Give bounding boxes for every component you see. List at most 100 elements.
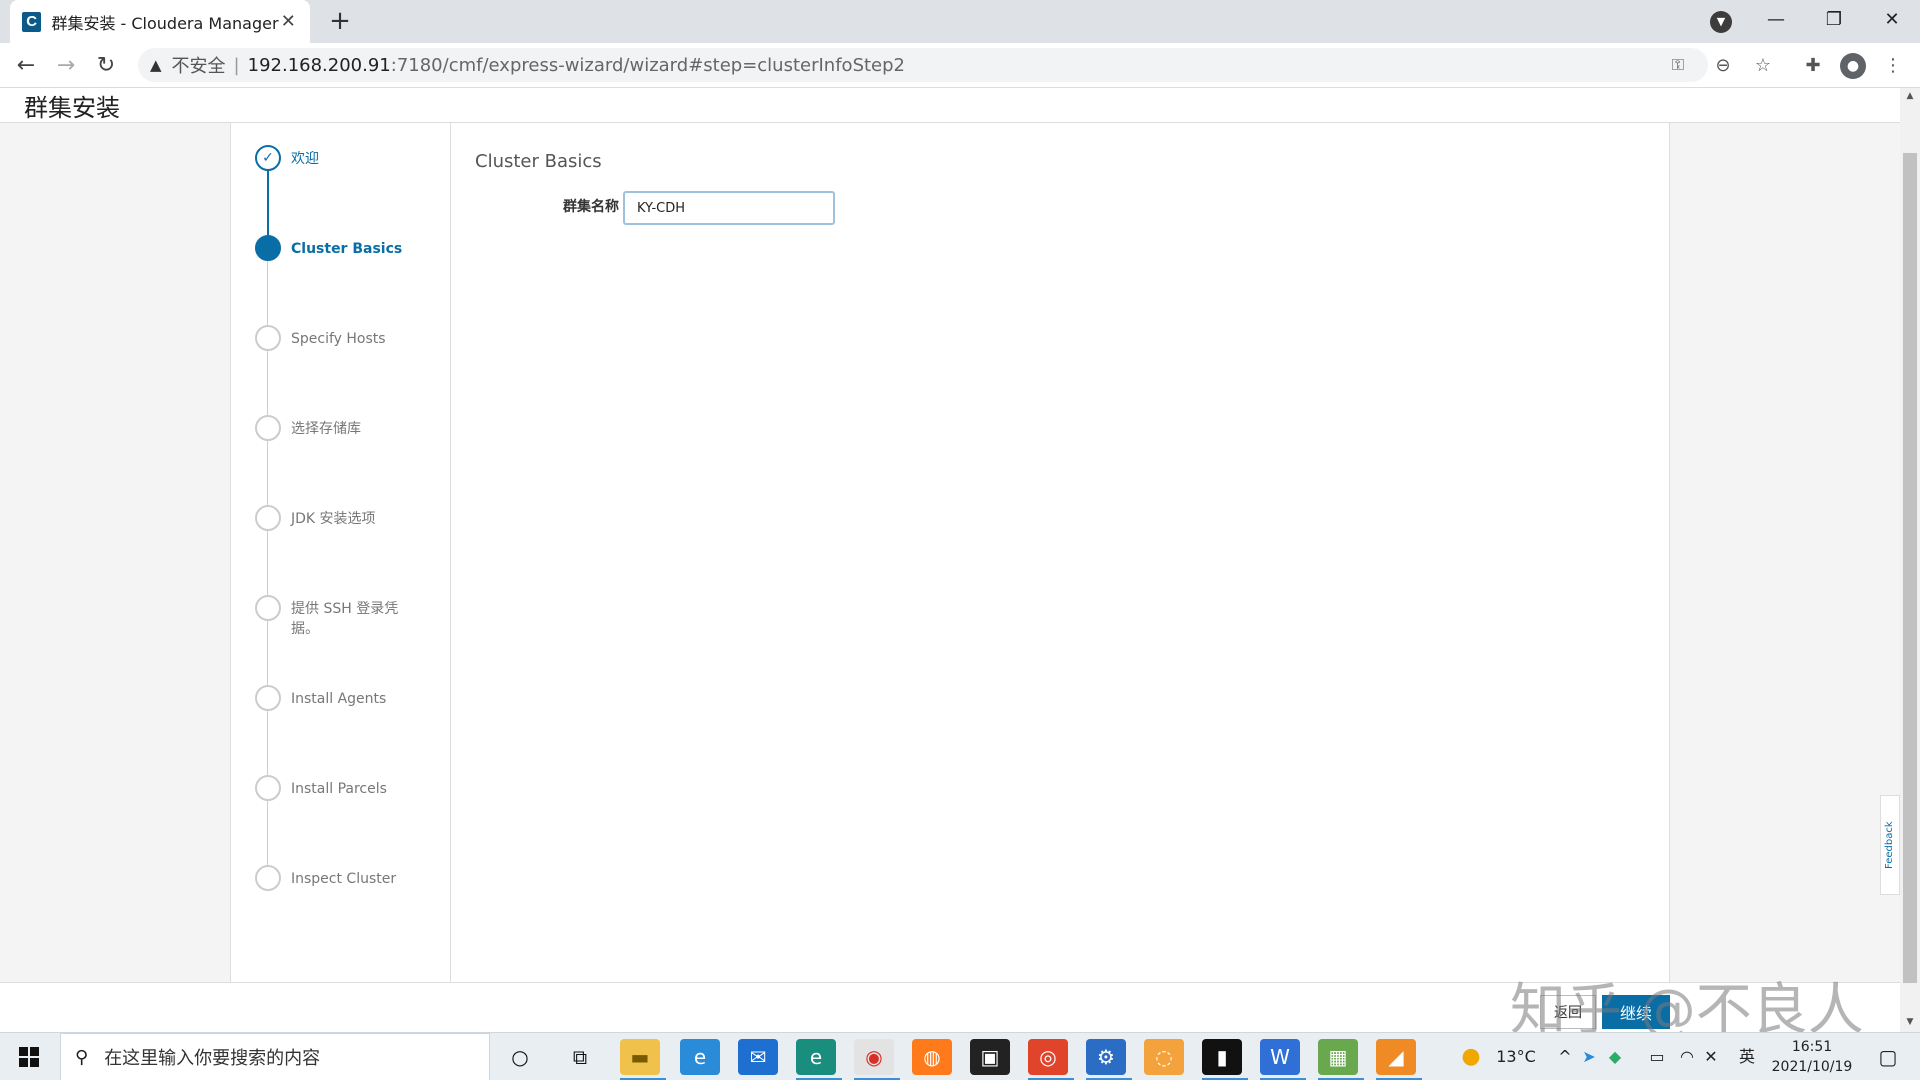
step-circle-icon bbox=[255, 865, 281, 891]
tray-app-icon[interactable]: ➤ bbox=[1578, 1033, 1600, 1080]
step-circle-icon bbox=[255, 415, 281, 441]
step-label: 欢迎 bbox=[291, 151, 319, 167]
step-label: JDK 安装选项 bbox=[291, 511, 376, 527]
step-label: Install Parcels bbox=[291, 781, 387, 797]
tab-search-icon[interactable]: ▼ bbox=[1710, 11, 1732, 33]
wizard-content: Cluster Basics 群集名称 bbox=[451, 123, 1669, 983]
tab-title: 群集安装 - Cloudera Manager bbox=[51, 13, 279, 33]
step-install-agents[interactable]: Install Agents bbox=[255, 685, 445, 711]
page-header: 群集安装 bbox=[0, 88, 1900, 123]
step-ssh-credentials[interactable]: 提供 SSH 登录凭据。 bbox=[255, 595, 445, 639]
weather-icon[interactable]: ● bbox=[1456, 1033, 1486, 1080]
extensions-icon[interactable]: ✚ bbox=[1800, 53, 1826, 79]
intellij-icon[interactable]: ▮ bbox=[1202, 1039, 1242, 1075]
store-icon[interactable]: ▣ bbox=[970, 1039, 1010, 1075]
browser-tab-bar: C 群集安装 - Cloudera Manager ✕ + ▼ — ❐ ✕ bbox=[0, 0, 1920, 43]
app-image-icon[interactable]: ▦ bbox=[1318, 1039, 1358, 1075]
cortana-icon[interactable]: ○ bbox=[500, 1039, 540, 1075]
page-scrollbar[interactable]: ▲ ▼ bbox=[1900, 88, 1920, 1032]
step-inspect-cluster[interactable]: Inspect Cluster bbox=[255, 865, 445, 891]
step-circle-icon bbox=[255, 595, 281, 621]
menu-kebab-icon[interactable]: ⋮ bbox=[1880, 53, 1906, 79]
step-label: Specify Hosts bbox=[291, 331, 386, 347]
cluster-name-input[interactable] bbox=[623, 191, 835, 225]
scroll-down-icon[interactable]: ▼ bbox=[1900, 1014, 1920, 1030]
app-swirl-icon[interactable]: ◎ bbox=[1028, 1039, 1068, 1075]
step-circle-icon bbox=[255, 325, 281, 351]
warning-icon[interactable]: ▲ bbox=[150, 56, 162, 74]
wizard-steps: ✓ 欢迎 Cluster Basics Specify Hosts 选择存储库 … bbox=[231, 123, 451, 983]
wechat-icon[interactable]: ◆ bbox=[1604, 1033, 1626, 1080]
feedback-tab[interactable]: Feedback bbox=[1880, 795, 1900, 895]
page-content: 群集安装 ✓ 欢迎 Cluster Basics Specify Hosts 选… bbox=[0, 88, 1900, 1032]
step-select-repository[interactable]: 选择存储库 bbox=[255, 415, 445, 441]
windows-taskbar: ⚲ 在这里输入你要搜索的内容 ○ ⧉ ▬ e ✉ e ◉ ◍ ▣ ◎ ⚙ ◌ ▮… bbox=[0, 1032, 1920, 1080]
notifications-icon[interactable]: ▢ bbox=[1868, 1033, 1908, 1080]
star-icon[interactable]: ☆ bbox=[1750, 53, 1776, 79]
windows-logo-icon bbox=[19, 1047, 39, 1067]
battery-icon[interactable]: ▭ bbox=[1646, 1033, 1668, 1080]
mail-icon[interactable]: ✉ bbox=[738, 1039, 778, 1075]
start-button[interactable] bbox=[0, 1033, 58, 1080]
restore-icon[interactable]: ❐ bbox=[1806, 0, 1862, 40]
ie-icon[interactable]: e bbox=[680, 1039, 720, 1075]
taskbar-search-placeholder: 在这里输入你要搜索的内容 bbox=[104, 1048, 321, 1069]
close-tab-icon[interactable]: ✕ bbox=[279, 11, 298, 32]
page-title: 群集安装 bbox=[24, 94, 120, 122]
minimize-icon[interactable]: — bbox=[1748, 0, 1804, 40]
edge-icon[interactable]: e bbox=[796, 1039, 836, 1075]
weather-temp[interactable]: 13°C bbox=[1486, 1033, 1546, 1080]
reload-icon[interactable]: ↻ bbox=[90, 50, 122, 82]
profile-avatar-icon[interactable]: ● bbox=[1840, 53, 1866, 79]
wifi-icon[interactable]: ◠ bbox=[1676, 1033, 1698, 1080]
step-cluster-basics[interactable]: Cluster Basics bbox=[255, 235, 445, 261]
url-host: 192.168.200.91 bbox=[247, 54, 391, 76]
step-circle-icon bbox=[255, 505, 281, 531]
url-path: :7180/cmf/express-wizard/wizard#step=clu… bbox=[390, 54, 906, 76]
section-title: Cluster Basics bbox=[475, 151, 602, 172]
app-orange-icon[interactable]: ◢ bbox=[1376, 1039, 1416, 1075]
insecure-label[interactable]: 不安全 bbox=[172, 52, 226, 78]
scroll-thumb[interactable] bbox=[1903, 153, 1917, 983]
cloudera-favicon-icon: C bbox=[22, 11, 42, 32]
close-window-icon[interactable]: ✕ bbox=[1864, 0, 1920, 40]
address-bar: ← → ↻ ▲ 不安全 | 192.168.200.91 :7180/cmf/e… bbox=[0, 43, 1920, 88]
step-label: 提供 SSH 登录凭据。 bbox=[291, 601, 399, 637]
step-welcome[interactable]: ✓ 欢迎 bbox=[255, 145, 445, 171]
step-jdk-options[interactable]: JDK 安装选项 bbox=[255, 505, 445, 531]
app-gear-icon[interactable]: ⚙ bbox=[1086, 1039, 1126, 1075]
cluster-name-label: 群集名称 bbox=[563, 199, 619, 215]
browser-tab[interactable]: C 群集安装 - Cloudera Manager ✕ bbox=[10, 0, 310, 43]
step-label: Install Agents bbox=[291, 691, 387, 707]
new-tab-icon[interactable]: + bbox=[325, 6, 355, 36]
forward-arrow-icon[interactable]: → bbox=[50, 50, 82, 82]
file-explorer-icon[interactable]: ▬ bbox=[620, 1039, 660, 1075]
taskbar-search[interactable]: ⚲ 在这里输入你要搜索的内容 bbox=[60, 1033, 490, 1080]
step-specify-hosts[interactable]: Specify Hosts bbox=[255, 325, 445, 351]
taskbar-clock[interactable]: 16:51 2021/10/19 bbox=[1762, 1037, 1862, 1077]
task-view-icon[interactable]: ⧉ bbox=[560, 1039, 600, 1075]
firefox-icon[interactable]: ◍ bbox=[912, 1039, 952, 1075]
url-omnibox[interactable]: ▲ 不安全 | 192.168.200.91 :7180/cmf/express… bbox=[138, 48, 1708, 82]
zoom-icon[interactable]: ⊖ bbox=[1710, 53, 1736, 79]
wizard-card: ✓ 欢迎 Cluster Basics Specify Hosts 选择存储库 … bbox=[230, 123, 1670, 983]
step-check-icon: ✓ bbox=[255, 145, 281, 171]
app-ring-icon[interactable]: ◌ bbox=[1144, 1039, 1184, 1075]
search-icon: ⚲ bbox=[75, 1046, 89, 1068]
step-install-parcels[interactable]: Install Parcels bbox=[255, 775, 445, 801]
volume-muted-icon[interactable]: ✕ bbox=[1700, 1033, 1722, 1080]
step-active-dot-icon bbox=[255, 235, 281, 261]
step-circle-icon bbox=[255, 685, 281, 711]
clock-time: 16:51 bbox=[1791, 1039, 1833, 1055]
scroll-up-icon[interactable]: ▲ bbox=[1900, 88, 1920, 104]
url-separator: | bbox=[233, 54, 240, 76]
back-arrow-icon[interactable]: ← bbox=[10, 50, 42, 82]
clock-date: 2021/10/19 bbox=[1771, 1059, 1853, 1075]
step-label: 选择存储库 bbox=[291, 421, 361, 437]
key-icon[interactable]: ⚿ bbox=[1668, 55, 1688, 75]
step-label: Cluster Basics bbox=[291, 241, 403, 257]
tray-chevron-icon[interactable]: ^ bbox=[1554, 1033, 1576, 1080]
chrome-icon[interactable]: ◉ bbox=[854, 1039, 894, 1075]
ime-indicator[interactable]: 英 bbox=[1736, 1033, 1758, 1080]
wps-icon[interactable]: W bbox=[1260, 1039, 1300, 1075]
